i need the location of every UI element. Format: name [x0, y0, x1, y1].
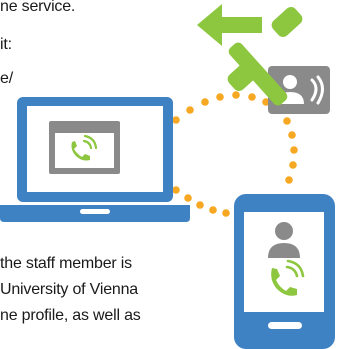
phone-call-icon — [49, 121, 120, 174]
arrow-left-icon — [197, 4, 262, 46]
telephony-illustration — [0, 4, 335, 349]
smartphone-icon — [234, 194, 335, 349]
